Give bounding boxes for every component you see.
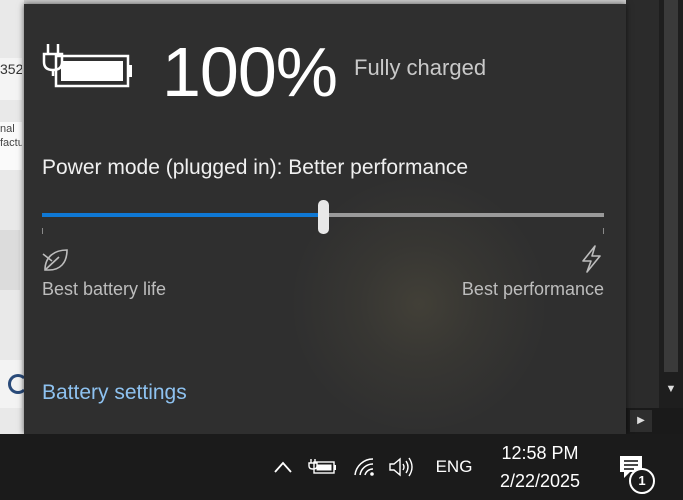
- wifi-icon: [354, 458, 374, 476]
- battery-plug-icon: [42, 44, 132, 88]
- background-text-fragment-2: nal factu: [0, 122, 22, 170]
- battery-settings-link[interactable]: Battery settings: [42, 379, 187, 407]
- background-logo-fragment: [0, 360, 28, 408]
- language-indicator[interactable]: ENG: [430, 434, 478, 500]
- notification-count-badge: 1: [629, 468, 655, 494]
- battery-tray-button[interactable]: [306, 434, 340, 500]
- taskbar: ENG 12:58 PM 2/22/2025: [0, 434, 683, 500]
- battery-percent: 100%: [162, 33, 338, 111]
- slider-tick-right: [603, 228, 604, 234]
- background-image-fragment: [0, 230, 20, 290]
- clock-button[interactable]: 12:58 PM 2/22/2025: [488, 434, 592, 500]
- volume-tray-button[interactable]: [384, 434, 420, 500]
- scrollbar-thumb[interactable]: [664, 0, 678, 372]
- battery-tray-icon: [308, 459, 336, 474]
- chevron-up-icon: [274, 461, 292, 473]
- lightning-bolt-icon: [582, 245, 601, 273]
- background-window: 352 nal factu: [0, 0, 28, 434]
- clock-date: 2/22/2025: [499, 471, 581, 491]
- slider-track-empty[interactable]: [323, 213, 604, 217]
- volume-icon: [389, 457, 413, 477]
- best-performance-label: Best performance: [461, 279, 604, 299]
- power-mode-label: Power mode (plugged in): Better performa…: [42, 156, 469, 179]
- slider-tick-left: [42, 228, 43, 234]
- battery-flyout: 100% Fully charged Power mode (plugged i…: [24, 4, 626, 434]
- scroll-down-arrow-icon[interactable]: ▼: [659, 377, 683, 401]
- scroll-right-arrow-icon[interactable]: ▶: [630, 410, 652, 432]
- background-text-fragment: 352: [0, 58, 22, 100]
- charge-status: Fully charged: [354, 55, 487, 80]
- slider-thumb[interactable]: [318, 200, 329, 234]
- power-mode-slider[interactable]: [42, 200, 604, 234]
- best-battery-life-label: Best battery life: [42, 279, 167, 299]
- leaf-icon: [42, 249, 68, 271]
- network-tray-button[interactable]: [348, 434, 382, 500]
- clock-time: 12:58 PM: [501, 443, 579, 463]
- show-hidden-icons-button[interactable]: [268, 434, 298, 500]
- slider-track-filled[interactable]: [42, 213, 323, 217]
